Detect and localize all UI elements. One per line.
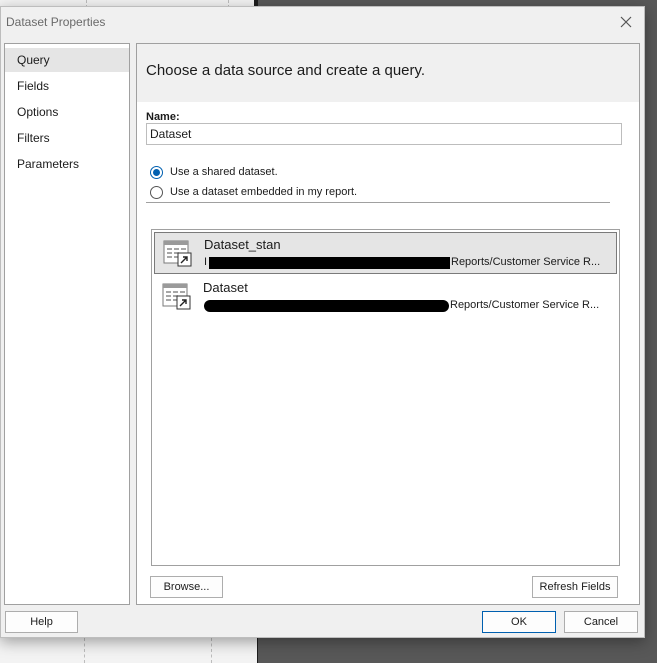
dataset-path: I Reports/Customer Service R...: [204, 255, 614, 271]
sidebar: Query Fields Options Filters Parameters: [4, 43, 130, 605]
close-button[interactable]: [612, 9, 640, 35]
radio-button[interactable]: [150, 186, 163, 199]
sidebar-item-label: Parameters: [17, 157, 80, 171]
background-gridline: [211, 638, 212, 663]
redaction-bar: [204, 300, 449, 312]
list-item[interactable]: Dataset Reports/Customer Service R...: [154, 276, 617, 318]
sidebar-item-options[interactable]: Options: [5, 100, 129, 124]
sidebar-item-label: Options: [17, 105, 59, 119]
browse-button[interactable]: Browse...: [150, 576, 223, 598]
sidebar-item-fields[interactable]: Fields: [5, 74, 129, 98]
shared-dataset-icon: [162, 283, 191, 310]
background-gridline: [84, 638, 85, 663]
redaction-bar: [209, 257, 450, 269]
sidebar-item-filters[interactable]: Filters: [5, 126, 129, 150]
sidebar-item-query[interactable]: Query: [5, 48, 129, 72]
sidebar-item-label: Filters: [17, 131, 50, 145]
dataset-name: Dataset_stan: [204, 237, 281, 252]
panel-heading: Choose a data source and create a query.: [146, 62, 426, 79]
name-input[interactable]: [146, 123, 622, 145]
radio-button-checked[interactable]: [150, 166, 163, 179]
close-icon: [620, 16, 632, 28]
shared-dataset-icon: [163, 240, 192, 267]
sidebar-item-parameters[interactable]: Parameters: [5, 152, 129, 176]
path-prefix: I: [204, 256, 208, 268]
background-app-strip: [0, 638, 257, 663]
separator: [146, 202, 610, 203]
name-label: Name:: [146, 111, 180, 123]
title-bar: Dataset Properties: [1, 7, 644, 37]
radio-label: Use a shared dataset.: [170, 166, 278, 178]
sidebar-item-label: Query: [17, 53, 50, 67]
dataset-name: Dataset: [203, 280, 248, 295]
sidebar-item-label: Fields: [17, 79, 50, 93]
path-text: Reports/Customer Service R...: [450, 299, 600, 311]
ok-button[interactable]: OK: [482, 611, 556, 633]
panel-header: Choose a data source and create a query.: [137, 44, 639, 102]
list-item[interactable]: Dataset_stan I Reports/Customer Service …: [154, 232, 617, 274]
shared-dataset-list[interactable]: Dataset_stan I Reports/Customer Service …: [151, 229, 620, 566]
dataset-properties-dialog: Dataset Properties Query Fields Options …: [0, 6, 645, 638]
dialog-title: Dataset Properties: [6, 15, 106, 29]
dataset-path: Reports/Customer Service R...: [203, 298, 613, 314]
path-text: Reports/Customer Service R...: [451, 256, 601, 268]
refresh-fields-button[interactable]: Refresh Fields: [532, 576, 618, 598]
help-button[interactable]: Help: [5, 611, 78, 633]
radio-label: Use a dataset embedded in my report.: [170, 186, 358, 198]
query-panel: Choose a data source and create a query.…: [136, 43, 640, 605]
cancel-button[interactable]: Cancel: [564, 611, 638, 633]
